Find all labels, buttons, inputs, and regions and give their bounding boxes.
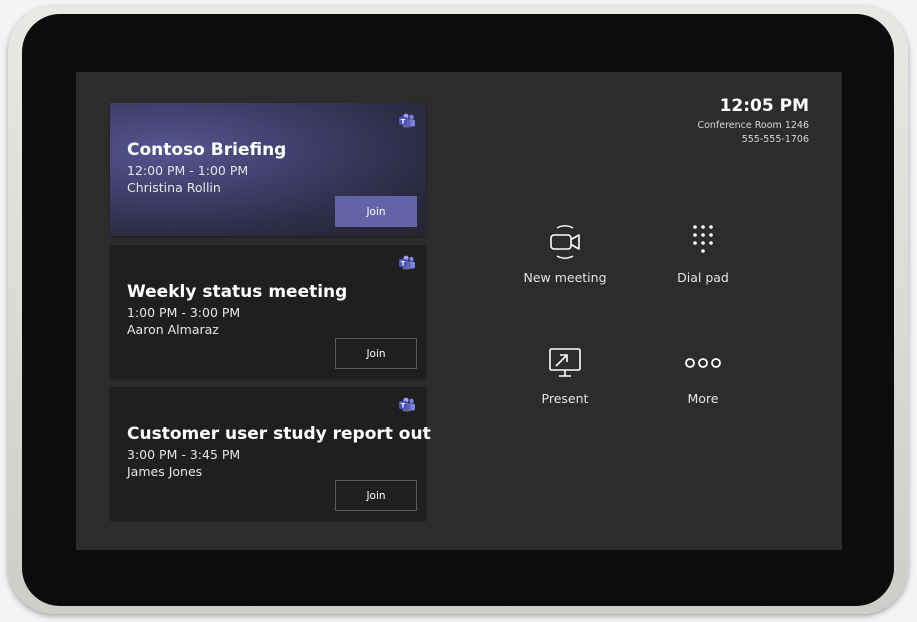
meeting-time: 12:00 PM - 1:00 PM [127, 163, 249, 178]
more-label: More [687, 391, 719, 406]
clock-time: 12:05 PM [719, 96, 809, 116]
join-button[interactable]: Join [335, 196, 417, 227]
meeting-time: 3:00 PM - 3:45 PM [127, 447, 241, 462]
meeting-card-contoso-briefing[interactable]: T Contoso Briefing 12:00 PM - 1:00 PM Ch… [110, 103, 426, 236]
dial-pad-label: Dial pad [677, 270, 729, 285]
room-name: Conference Room 1246 [697, 120, 809, 131]
meeting-organizer: James Jones [127, 464, 203, 479]
more-icon [685, 358, 721, 368]
teams-icon: T [399, 113, 415, 128]
video-camera-icon [550, 225, 580, 259]
meeting-card-customer-study[interactable]: T Customer user study report out 3:00 PM… [110, 387, 431, 520]
present-label: Present [541, 391, 589, 406]
present-button[interactable]: Present [505, 343, 625, 423]
meeting-organizer: Aaron Almaraz [127, 322, 219, 337]
meeting-time: 1:00 PM - 3:00 PM [127, 305, 241, 320]
meeting-title: Customer user study report out [127, 424, 431, 444]
dial-pad-icon [693, 225, 713, 253]
join-button[interactable]: Join [335, 338, 417, 369]
new-meeting-button[interactable]: New meeting [505, 222, 625, 302]
svg-text:T: T [401, 117, 406, 125]
svg-text:T: T [401, 259, 406, 267]
dial-pad-button[interactable]: Dial pad [643, 222, 763, 302]
teams-room-screen: T Contoso Briefing 12:00 PM - 1:00 PM Ch… [76, 72, 842, 550]
meeting-card-weekly-status[interactable]: T Weekly status meeting 1:00 PM - 3:00 P… [110, 245, 426, 378]
svg-text:T: T [401, 401, 406, 409]
more-button[interactable]: More [643, 343, 763, 423]
meeting-title: Weekly status meeting [127, 282, 348, 302]
join-button[interactable]: Join [335, 480, 417, 511]
teams-icon: T [399, 397, 415, 412]
teams-icon: T [399, 255, 415, 270]
share-screen-icon [549, 348, 581, 377]
meeting-organizer: Christina Rollin [127, 180, 221, 195]
room-phone-number: 555-555-1706 [741, 134, 809, 145]
meeting-title: Contoso Briefing [127, 140, 287, 160]
new-meeting-label: New meeting [523, 270, 607, 285]
